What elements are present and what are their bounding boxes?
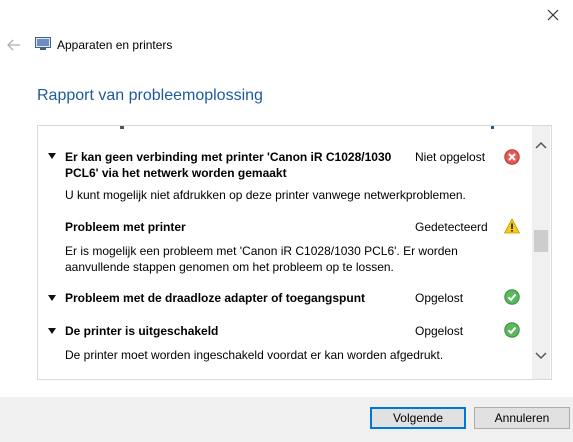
expand-arrow-icon[interactable] — [48, 153, 56, 159]
item-detail-2b: aanvullende stappen genomen om het probl… — [65, 260, 394, 274]
next-button[interactable]: Volgende — [370, 407, 466, 429]
scroll-up-icon[interactable] — [532, 138, 550, 154]
page-title: Rapport van probleemoplossing — [37, 87, 263, 104]
scroll-down-icon[interactable] — [532, 348, 550, 364]
back-arrow-icon — [7, 39, 20, 51]
results-panel[interactable]: Er kan geen verbinding met printer 'Cano… — [37, 125, 552, 380]
item-detail-4: De printer moet worden ingeschakeld voor… — [65, 348, 444, 362]
status-text: Gedetecteerd — [415, 220, 488, 234]
back-button[interactable] — [4, 36, 24, 54]
item-detail-2a: Er is mogelijk een probleem met 'Canon i… — [65, 244, 458, 258]
warning-icon — [504, 218, 520, 234]
status-text: Opgelost — [415, 324, 464, 338]
vertical-scrollbar[interactable] — [532, 126, 550, 379]
scrollbar-thumb[interactable] — [534, 230, 548, 252]
window-title: Apparaten en printers — [57, 38, 173, 52]
item-detail-1: U kunt mogelijk niet afdrukken op deze p… — [65, 188, 466, 202]
truncated-row-hint — [120, 126, 494, 129]
status-text: Niet opgelost — [415, 150, 486, 164]
success-icon — [504, 289, 520, 305]
close-icon — [547, 9, 559, 21]
item-title-2: Probleem met printer — [65, 220, 186, 234]
success-icon — [504, 322, 520, 338]
close-button[interactable] — [542, 4, 564, 26]
item-title-4: De printer is uitgeschakeld — [65, 324, 219, 338]
status-text: Opgelost — [415, 291, 464, 305]
cancel-button[interactable]: Annuleren — [474, 407, 570, 429]
item-title-3: Probleem met de draadloze adapter of toe… — [65, 291, 366, 305]
expand-arrow-icon[interactable] — [48, 328, 56, 334]
devices-printers-icon — [35, 37, 51, 51]
item-title-1b: PCL6' via het netwerk worden gemaakt — [65, 166, 287, 180]
error-icon — [504, 149, 520, 165]
expand-arrow-icon[interactable] — [48, 295, 56, 301]
item-title-1: Er kan geen verbinding met printer 'Cano… — [65, 150, 392, 164]
